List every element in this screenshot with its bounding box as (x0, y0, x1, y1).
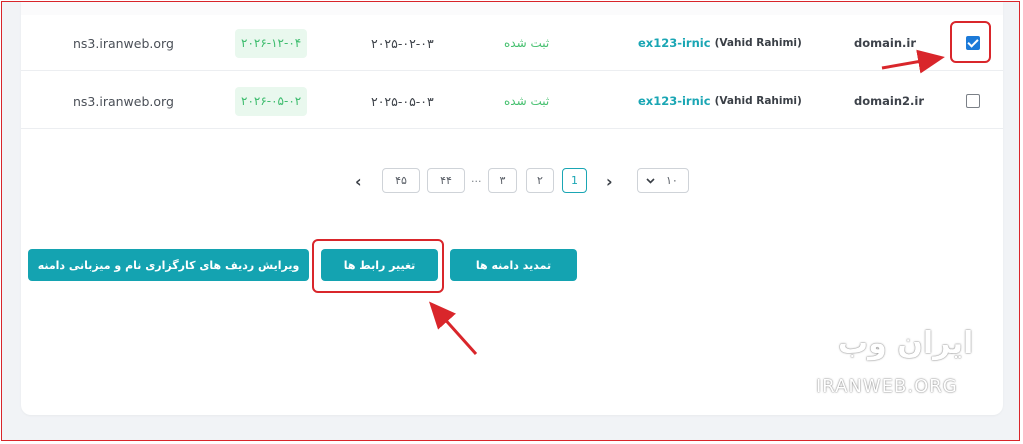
watermark-logo-en: IRANWEB.ORG (816, 376, 958, 397)
arrow-to-checkbox (881, 49, 945, 74)
screenshot-frame: ns3.iranweb.org ۲۰۲۶-۱۲-۰۴ ۲۰۲۵-۰۲-۰۳ ثب… (1, 1, 1020, 441)
watermark-logo-fa: ایران وب (838, 326, 974, 361)
arrow-to-button (428, 301, 478, 356)
